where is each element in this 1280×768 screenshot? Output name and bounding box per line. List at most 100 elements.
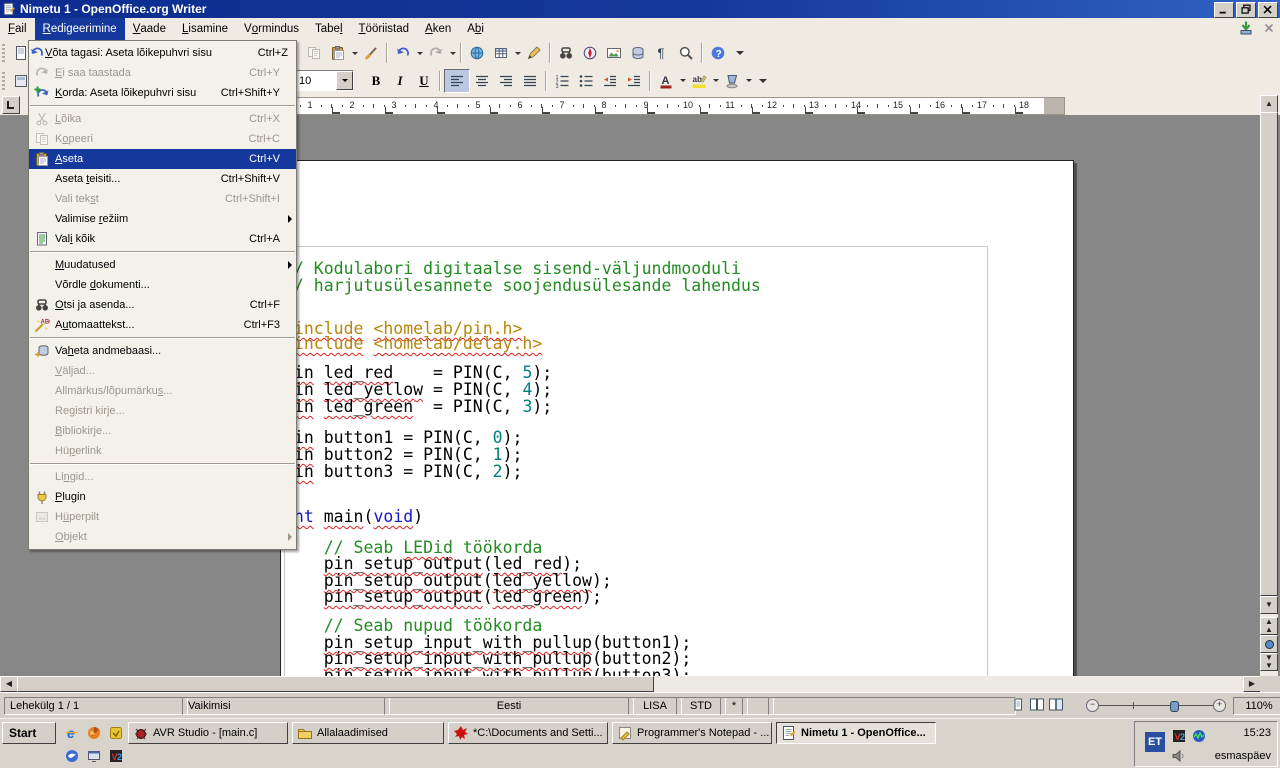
tray-v2-icon[interactable]: V2 xyxy=(1171,728,1187,744)
numlist-button[interactable]: 123 xyxy=(550,70,574,92)
quicklaunch-firefox-icon[interactable] xyxy=(84,723,104,743)
toolbar-grip[interactable] xyxy=(2,72,9,90)
draw-button[interactable] xyxy=(522,42,546,64)
dedent-button[interactable] xyxy=(598,70,622,92)
highlight-button[interactable]: ab xyxy=(687,70,711,92)
keyboard-language-indicator[interactable]: ET xyxy=(1145,732,1165,752)
status-style[interactable]: Vaikimisi xyxy=(182,697,390,715)
menu-item-vota-tagasi[interactable]: Võta tagasi: Aseta lõikepuhvri sisuCtrl+… xyxy=(29,43,296,63)
menu-item-aseta[interactable]: AsetaCtrl+V xyxy=(29,149,296,169)
vertical-scrollbar[interactable]: ▲ ▼ ▲▲ ▼▼ xyxy=(1260,95,1278,676)
vertical-scroll-thumb[interactable] xyxy=(1260,112,1278,596)
help-button[interactable]: ? xyxy=(706,42,730,64)
redo-dropdown-icon[interactable] xyxy=(448,42,457,64)
menu-item-vali-koik[interactable]: Vali kõikCtrl+A xyxy=(29,229,296,249)
brush-button[interactable] xyxy=(359,42,383,64)
zoom-in-icon[interactable]: + xyxy=(1213,699,1226,712)
document-page[interactable]: // Kodulabori digitaalse sisend-väljundm… xyxy=(280,160,1074,676)
title-bar[interactable]: Nimetu 1 - OpenOffice.org Writer xyxy=(0,0,1280,18)
navigation-icon[interactable] xyxy=(1260,635,1278,653)
navigator-button[interactable] xyxy=(578,42,602,64)
menubar-item-vaade[interactable]: Vaade xyxy=(125,18,174,40)
taskbar-window-button[interactable]: *C:\Documents and Setti... xyxy=(448,722,608,744)
menubar-item-abi[interactable]: Abi xyxy=(459,18,492,40)
start-button[interactable]: Start xyxy=(2,722,56,744)
status-page[interactable]: Lehekülg 1 / 1 xyxy=(4,697,188,715)
copy-button[interactable] xyxy=(302,42,326,64)
taskbar-window-button[interactable]: AVR Studio - [main.c] xyxy=(128,722,288,744)
restore-button[interactable] xyxy=(1236,2,1256,18)
menubar-item-aken[interactable]: Aken xyxy=(417,18,459,40)
previous-page-icon[interactable]: ▲▲ xyxy=(1260,617,1278,635)
view-single-page-icon[interactable] xyxy=(1010,697,1026,713)
quicklaunch-yellowapp-icon[interactable] xyxy=(106,723,126,743)
gallery-button[interactable] xyxy=(602,42,626,64)
menu-item-korda[interactable]: Korda: Aseta lõikepuhvri sisuCtrl+Shift+… xyxy=(29,83,296,103)
table-dropdown-icon[interactable] xyxy=(513,42,522,64)
bullist-button[interactable] xyxy=(574,70,598,92)
quicklaunch-ie-icon[interactable]: e xyxy=(62,723,82,743)
undo-dropdown-icon[interactable] xyxy=(415,42,424,64)
quicklaunch-v2-icon[interactable]: V2 xyxy=(106,746,126,766)
taskbar-window-button[interactable]: Allalaadimised xyxy=(292,722,444,744)
zoomtool-button[interactable] xyxy=(674,42,698,64)
bgcolor-dropdown-icon[interactable] xyxy=(744,70,753,92)
load-url-icon[interactable] xyxy=(1238,20,1254,36)
redo-button[interactable] xyxy=(424,42,448,64)
find-button[interactable] xyxy=(554,42,578,64)
bgcolor-button[interactable] xyxy=(720,70,744,92)
datasource-button[interactable] xyxy=(626,42,650,64)
toolbar-overflow-icon[interactable] xyxy=(736,47,744,59)
paste-dropdown-icon[interactable] xyxy=(350,42,359,64)
scroll-right-icon[interactable]: ▶ xyxy=(1243,676,1261,692)
alignl-button[interactable] xyxy=(444,69,470,93)
toolbar-grip[interactable] xyxy=(2,44,9,62)
bold-button[interactable]: B xyxy=(364,70,388,92)
quicklaunch-showdesk-icon[interactable] xyxy=(84,746,104,766)
alignr-button[interactable] xyxy=(494,70,518,92)
undo-button[interactable] xyxy=(391,42,415,64)
menu-item-otsi-ja-asenda[interactable]: Otsi ja asenda...Ctrl+F xyxy=(29,295,296,315)
menubar-item-redigeerimine[interactable]: Redigeerimine xyxy=(35,18,125,40)
status-insert-mode[interactable]: LISA xyxy=(628,697,682,715)
zoom-slider[interactable]: − + xyxy=(1086,699,1226,712)
quicklaunch-tbird-icon[interactable] xyxy=(62,746,82,766)
minimize-button[interactable] xyxy=(1214,2,1234,18)
horizontal-scroll-thumb[interactable] xyxy=(17,676,654,692)
menu-item-vordle-dokumenti[interactable]: Võrdle dokumenti... xyxy=(29,275,296,295)
view-multi-page-icon[interactable] xyxy=(1029,697,1045,713)
menubar-item-fail[interactable]: Fail xyxy=(0,18,35,40)
tray-network-monitor-icon[interactable] xyxy=(1191,728,1207,744)
next-page-icon[interactable]: ▼▼ xyxy=(1260,653,1278,671)
menu-item-aseta-teisiti[interactable]: Aseta teisiti...Ctrl+Shift+V xyxy=(29,169,296,189)
table-button[interactable] xyxy=(489,42,513,64)
alignj-button[interactable] xyxy=(518,70,542,92)
pilcrow-button[interactable]: ¶ xyxy=(650,42,674,64)
scroll-down-icon[interactable]: ▼ xyxy=(1260,596,1278,614)
globe-button[interactable] xyxy=(465,42,489,64)
menu-item-plugin[interactable]: Plugin xyxy=(29,487,296,507)
close-document-icon[interactable] xyxy=(1262,21,1276,35)
menu-item-valimise-reziim[interactable]: Valimise režiim xyxy=(29,209,296,229)
taskbar-window-button[interactable]: Programmer's Notepad - ... xyxy=(612,722,772,744)
fontcolor-button[interactable]: A xyxy=(654,70,678,92)
scroll-left-icon[interactable]: ◀ xyxy=(0,676,18,692)
taskbar-window-button[interactable]: Nimetu 1 - OpenOffice... xyxy=(776,722,936,744)
menubar-item-lisamine[interactable]: Lisamine xyxy=(174,18,236,40)
underline-button[interactable]: U xyxy=(412,70,436,92)
highlight-dropdown-icon[interactable] xyxy=(711,70,720,92)
fontcolor-dropdown-icon[interactable] xyxy=(678,70,687,92)
view-book-icon[interactable] xyxy=(1048,697,1064,713)
status-language[interactable]: Eesti xyxy=(384,697,634,715)
tray-volume-icon[interactable] xyxy=(1171,748,1187,764)
menu-item-muudatused[interactable]: Muudatused xyxy=(29,255,296,275)
paste-button[interactable] xyxy=(326,42,350,64)
menubar-item-triistad[interactable]: Tööriistad xyxy=(351,18,418,40)
close-button[interactable] xyxy=(1258,2,1278,18)
menu-item-automaattekst[interactable]: ABCAutomaattekst...Ctrl+F3 xyxy=(29,315,296,335)
tab-stop-selector[interactable] xyxy=(2,96,20,114)
italic-button[interactable]: I xyxy=(388,70,412,92)
horizontal-scrollbar[interactable]: ◀ ▶ xyxy=(0,676,1260,692)
zoom-level[interactable]: 110% xyxy=(1233,697,1280,715)
indent-button[interactable] xyxy=(622,70,646,92)
